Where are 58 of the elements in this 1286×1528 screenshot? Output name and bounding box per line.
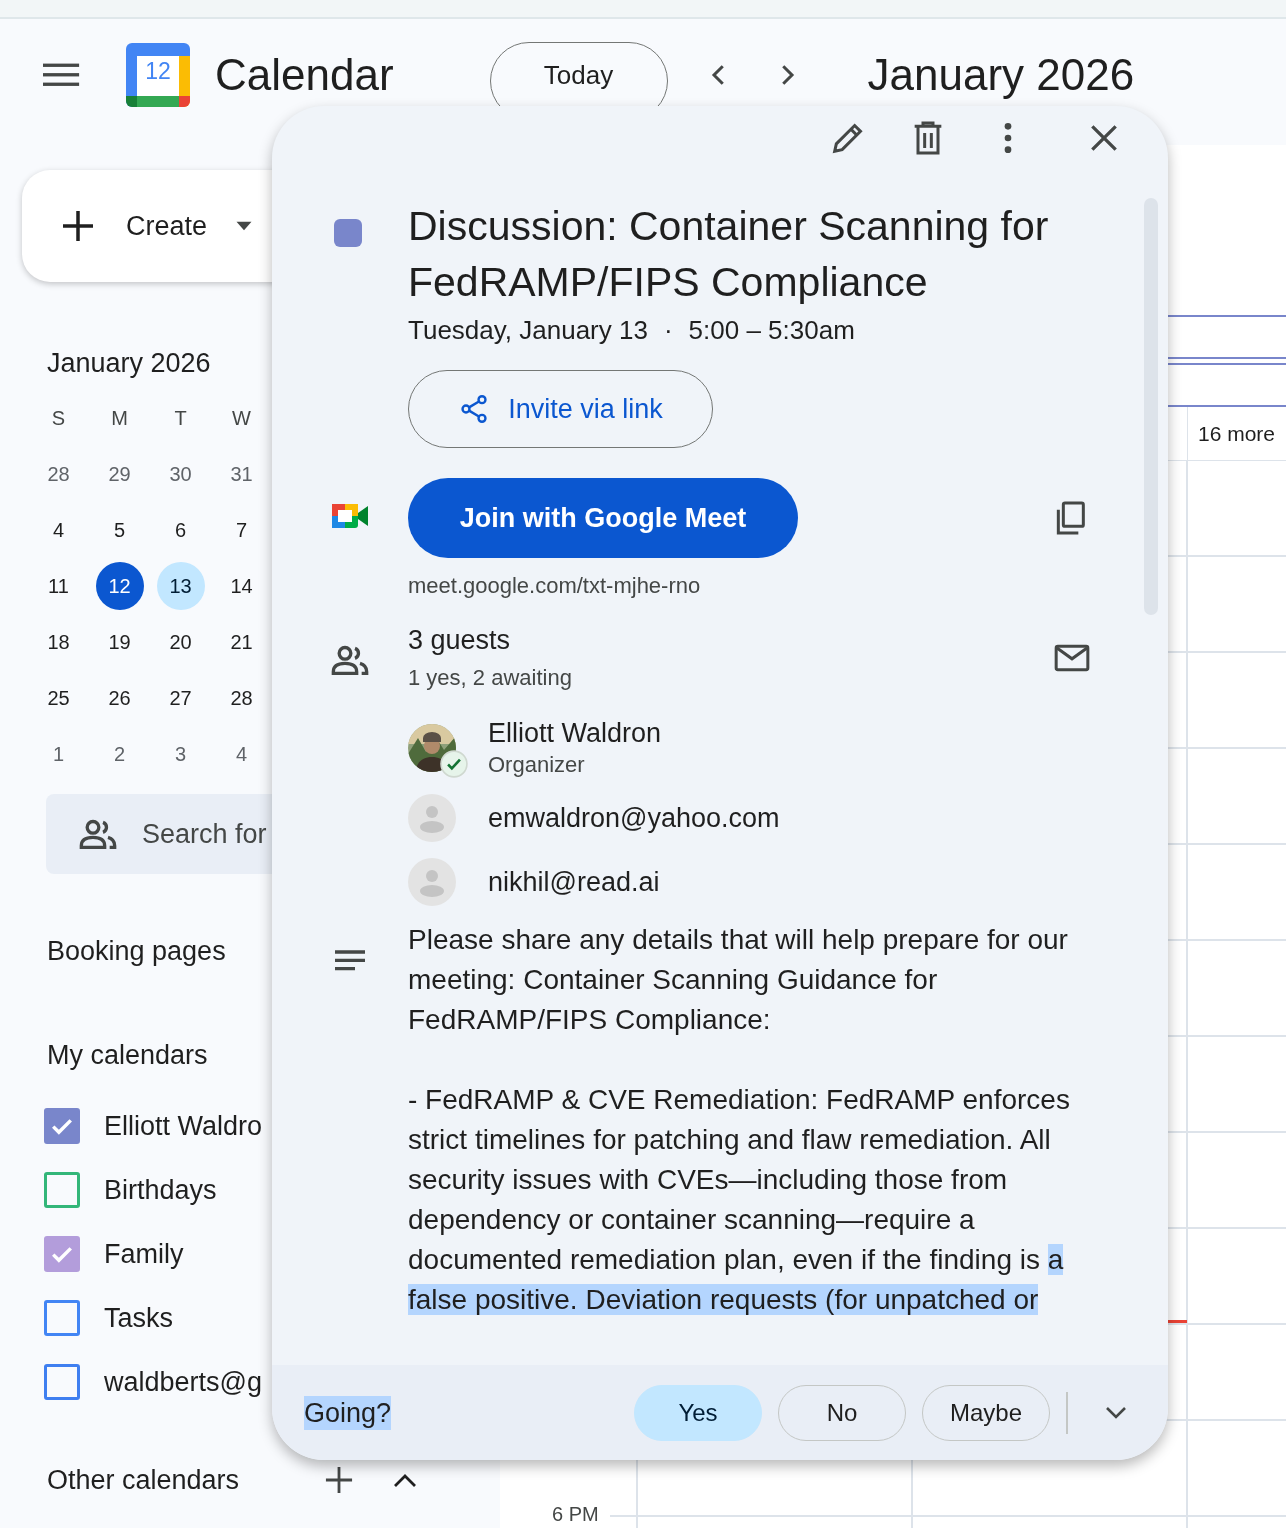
calendar-label: Birthdays	[104, 1174, 217, 1206]
description-text: Please share any details that will help prepare for our meeting: Container Scanning Guidance for FedRAMP/FIPS Compliance:	[408, 923, 1069, 1037]
section-title[interactable]: My calendars	[47, 1038, 208, 1072]
calendar-day[interactable]: 7	[217, 506, 266, 554]
calendar-day[interactable]: 20	[156, 618, 205, 666]
guest-summary: 1 yes, 2 awaiting	[408, 664, 572, 692]
calendar-label: Family	[104, 1238, 184, 1270]
weekday-label: M	[111, 406, 128, 430]
section-title[interactable]: Booking pages	[47, 934, 226, 968]
calendar-day[interactable]: 5	[95, 506, 144, 554]
join-meet-button[interactable]: Join with Google Meet	[408, 478, 798, 558]
calendar-day[interactable]: 31	[217, 450, 266, 498]
calendar-day[interactable]: 14	[217, 562, 266, 610]
guest-name: emwaldron@yahoo.com	[488, 802, 780, 835]
event-time: 5:00 – 5:30am	[688, 314, 855, 347]
calendar-day[interactable]: 28	[34, 450, 83, 498]
more-events-link[interactable]: 16 more	[1198, 421, 1276, 446]
mini-calendar-title: January 2026	[47, 347, 212, 380]
calendar-label: Elliott Waldro	[104, 1110, 263, 1142]
calendar-day[interactable]: 26	[95, 674, 144, 722]
rsvp-button[interactable]: Yes	[634, 1384, 762, 1441]
calendar-day[interactable]: 2	[95, 730, 144, 778]
calendar-day[interactable]: 25	[34, 674, 83, 722]
calendar-day[interactable]: 30	[156, 450, 205, 498]
guest-name: nikhil@read.ai	[488, 866, 660, 899]
calendar-day[interactable]: 28	[217, 674, 266, 722]
guest-name: Elliott Waldron	[488, 717, 662, 750]
guest-role: Organizer	[488, 751, 586, 779]
calendar-day[interactable]: 21	[217, 618, 266, 666]
event-title: Discussion: Container Scanning for FedRAMP/FIPS Compliance	[408, 202, 1050, 307]
event-date: Tuesday, January 13	[408, 314, 648, 347]
guest-count[interactable]: 3 guests	[408, 624, 572, 656]
calendar-day[interactable]: 4	[217, 730, 266, 778]
calendar-day[interactable]: 3	[156, 730, 205, 778]
calendar-day[interactable]: 11	[34, 562, 83, 610]
calendar-day[interactable]: 6	[156, 506, 205, 554]
calendar-day[interactable]: 27	[156, 674, 205, 722]
weekday-label: W	[232, 406, 251, 430]
weekday-label: S	[51, 406, 66, 430]
calendar-day[interactable]: 13	[156, 562, 205, 610]
calendar-label: Tasks	[104, 1302, 174, 1334]
app-name: Calendar	[215, 50, 394, 100]
calendar-day[interactable]: 12	[95, 562, 144, 610]
section-title[interactable]: Other calendars	[47, 1463, 240, 1497]
calendar-day[interactable]: 1	[34, 730, 83, 778]
calendar-day[interactable]: 4	[34, 506, 83, 554]
weekday-label: T	[174, 406, 187, 430]
rsvp-label: Going?	[304, 1395, 392, 1430]
calendar-day[interactable]: 19	[95, 618, 144, 666]
calendar-day[interactable]: 18	[34, 618, 83, 666]
separator-dot: ·	[663, 314, 673, 347]
calendar-day[interactable]: 29	[95, 450, 144, 498]
meeting-url[interactable]: meet.google.com/txt-mjhe-rno	[408, 572, 1098, 600]
calendar-logo: 12	[126, 43, 190, 107]
month-title: January 2026	[867, 50, 1135, 100]
description-text: - FedRAMP & CVE Remediation: FedRAMP enforces strict timelines for patching and flaw remediation. All security issues with CVEs—including those from dependency or container scanning—require a documented remediation plan, even if the finding is a false positive. Deviation requests (for unpatched or	[408, 1083, 1071, 1317]
time-label: 6 PM	[552, 1503, 599, 1525]
calendar-label: waldberts@g	[104, 1366, 262, 1398]
